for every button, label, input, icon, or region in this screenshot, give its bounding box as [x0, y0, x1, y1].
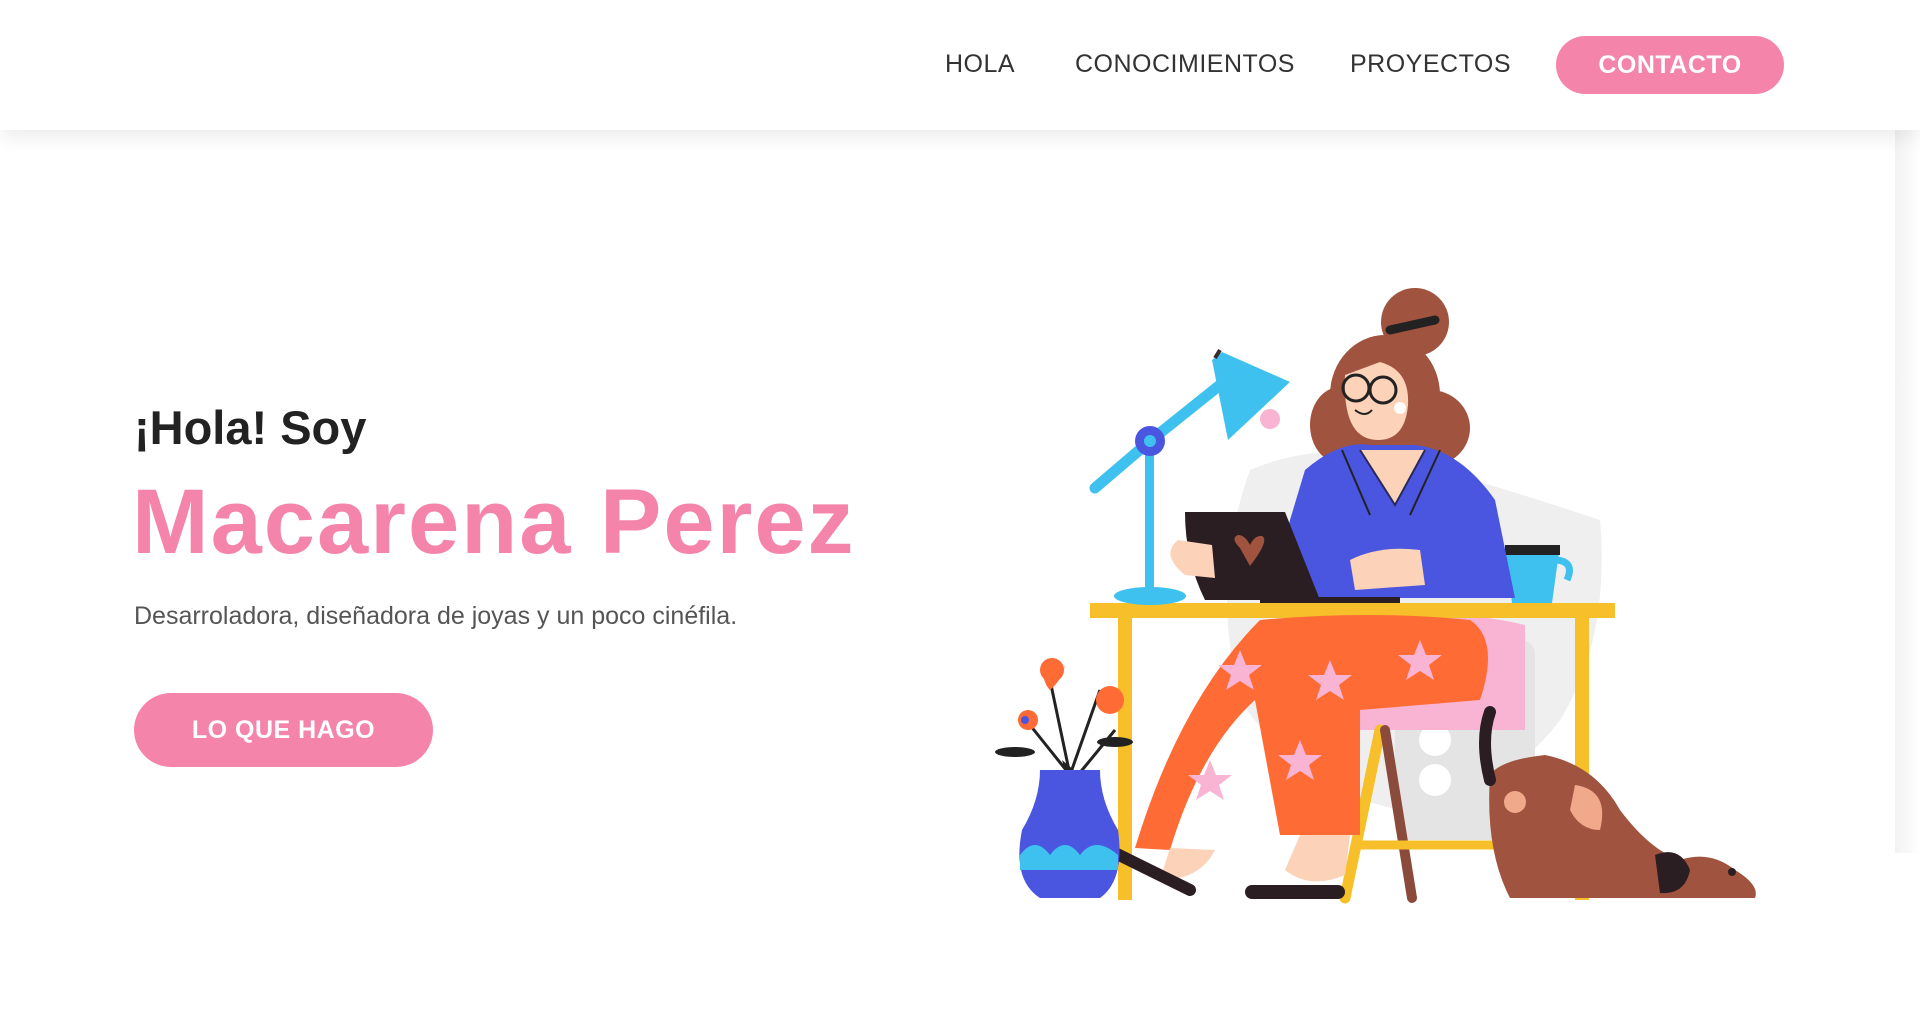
- nav-link-conocimientos[interactable]: CONOCIMIENTOS: [1075, 50, 1295, 79]
- hero-illustration: [995, 288, 1756, 904]
- nav-link-proyectos[interactable]: PROYECTOS: [1350, 50, 1511, 79]
- what-i-do-button[interactable]: LO QUE HAGO: [134, 693, 433, 767]
- nav-link-hola[interactable]: HOLA: [945, 50, 1015, 79]
- top-navbar: HOLA CONOCIMIENTOS PROYECTOS CONTACTO: [0, 0, 1920, 130]
- hero-greeting: ¡Hola! Soy: [134, 401, 367, 454]
- hero-name: Macarena Perez: [132, 471, 856, 573]
- contact-button[interactable]: CONTACTO: [1556, 36, 1784, 94]
- hero-description: Desarroladora, diseñadora de joyas y un …: [134, 602, 738, 630]
- flower-vase-icon: [995, 658, 1133, 898]
